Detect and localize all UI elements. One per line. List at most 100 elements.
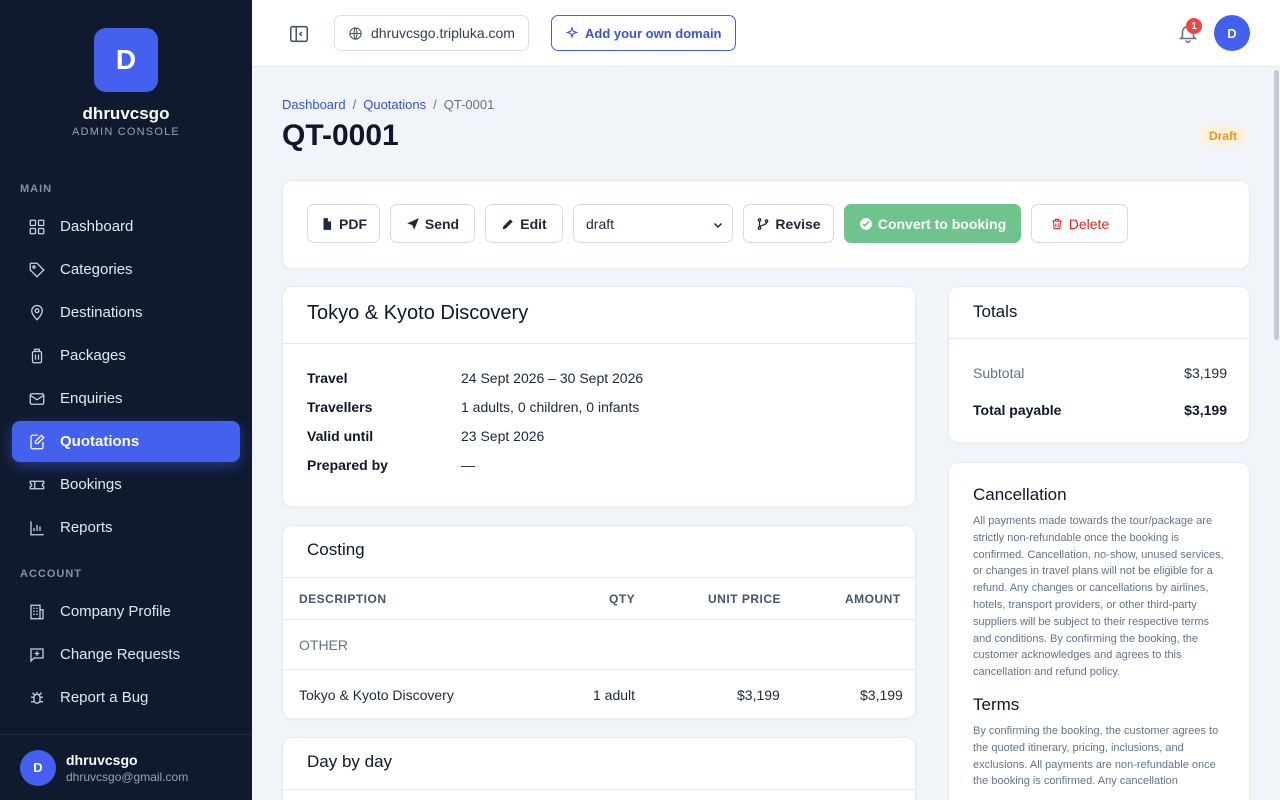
brand-logo: D (94, 28, 158, 92)
nav-section-main: MAIN (20, 183, 53, 195)
row-description: Tokyo & Kyoto Discovery (299, 687, 454, 703)
cancellation-title: Cancellation (973, 485, 1067, 504)
sidebar-item-label: Categories (60, 261, 133, 278)
sidebar-item-label: Dashboard (60, 218, 134, 235)
sidebar-item-enquiries[interactable]: Enquiries (12, 378, 240, 419)
breadcrumb-dashboard[interactable]: Dashboard (282, 97, 346, 112)
breadcrumb-current: QT-0001 (443, 97, 495, 112)
send-label: Send (424, 215, 460, 232)
sidebar-item-company-profile[interactable]: Company Profile (12, 591, 240, 632)
sidebar-item-dashboard[interactable]: Dashboard (12, 206, 240, 247)
sidebar: D dhruvcsgo ADMIN CONSOLE MAIN Dashboard… (0, 0, 252, 800)
sidebar-item-label: Company Profile (60, 603, 171, 620)
edit-button[interactable]: Edit (485, 204, 563, 243)
policy-card: Cancellation All payments made towards t… (948, 462, 1250, 800)
bar-chart-icon (30, 520, 44, 535)
user-avatar-button[interactable]: D (1214, 15, 1250, 51)
grid-icon (29, 219, 45, 234)
sidebar-item-bookings[interactable]: Bookings (12, 464, 240, 505)
actions-bar: PDF Send Edit draft Revise Convert to bo… (282, 180, 1250, 269)
table-row: Tokyo & Kyoto Discovery 1 adult $3,199 $… (283, 670, 915, 718)
sidebar-item-label: Reports (60, 519, 113, 536)
chevron-down-icon (713, 222, 723, 229)
terms-text: By confirming the booking, the customer … (973, 724, 1219, 788)
column-header-description: DESCRIPTION (299, 591, 387, 606)
sidebar-item-change-requests[interactable]: Change Requests (12, 634, 240, 675)
nav-section-account: ACCOUNT (20, 568, 82, 580)
message-plus-icon (30, 647, 44, 663)
pdf-label: PDF (339, 215, 367, 232)
sidebar-toggle-icon[interactable] (288, 23, 310, 45)
convert-to-booking-button[interactable]: Convert to booking (844, 204, 1021, 243)
globe-icon (349, 26, 362, 40)
group-label: OTHER (299, 636, 348, 653)
bug-icon (31, 691, 43, 704)
column-header-qty: QTY (609, 591, 636, 606)
revise-button[interactable]: Revise (743, 204, 834, 243)
column-header-amount: AMOUNT (845, 591, 901, 606)
trash-icon (1052, 218, 1062, 229)
costing-title: Costing (283, 526, 915, 578)
branch-icon (758, 217, 769, 230)
breadcrumb-separator: / (352, 97, 357, 112)
trip-detail-key: Valid until (307, 428, 374, 444)
sidebar-item-label: Report a Bug (60, 689, 149, 706)
trip-detail-key: Travel (307, 370, 348, 386)
send-icon (407, 217, 419, 230)
row-qty: 1 adult (593, 687, 636, 703)
subtotal-row: Subtotal $3,199 (973, 365, 1227, 381)
sidebar-item-packages[interactable]: Packages (12, 335, 240, 376)
domain-text: dhruvcsgo.tripluka.com (371, 25, 515, 41)
subtotal-value: $3,199 (1184, 365, 1227, 381)
pdf-button[interactable]: PDF (307, 204, 380, 243)
total-payable-value: $3,199 (1184, 402, 1227, 418)
brand: D dhruvcsgo ADMIN CONSOLE (0, 28, 252, 138)
trip-detail-key: Travellers (307, 399, 373, 415)
sidebar-item-label: Enquiries (60, 390, 123, 407)
sidebar-item-reports[interactable]: Reports (12, 507, 240, 548)
convert-label: Convert to booking (877, 215, 1007, 232)
delete-button[interactable]: Delete (1031, 204, 1128, 243)
subtotal-label: Subtotal (973, 365, 1025, 381)
domain-link[interactable]: dhruvcsgo.tripluka.com (334, 15, 529, 51)
total-payable-row: Total payable $3,199 (973, 402, 1227, 418)
trip-title: Tokyo & Kyoto Discovery (307, 302, 529, 324)
table-group-row: OTHER (283, 620, 915, 670)
total-payable-label: Total payable (973, 402, 1062, 418)
day-by-day-card: Day by day (282, 737, 916, 800)
notification-badge: 1 (1186, 18, 1202, 34)
day-by-day-title: Day by day (283, 738, 915, 790)
trip-detail-value: 1 adults, 0 children, 0 infants (461, 399, 640, 415)
breadcrumb-quotations[interactable]: Quotations (363, 97, 426, 112)
delete-label: Delete (1068, 215, 1110, 232)
sidebar-user[interactable]: D dhruvcsgo dhruvcsgo@gmail.com (0, 734, 252, 800)
brand-subtitle: ADMIN CONSOLE (72, 126, 180, 138)
add-domain-button[interactable]: Add your own domain (551, 15, 736, 51)
cancellation-text: All payments made towards the tour/packa… (973, 515, 1224, 679)
table-header: DESCRIPTION QTY UNIT PRICE AMOUNT (283, 578, 915, 620)
status-select[interactable]: draft (573, 204, 733, 243)
sidebar-item-report-bug[interactable]: Report a Bug (12, 677, 240, 718)
ticket-icon (29, 480, 45, 489)
sidebar-item-label: Change Requests (60, 646, 181, 663)
sidebar-item-destinations[interactable]: Destinations (12, 292, 240, 333)
sidebar-item-quotations[interactable]: Quotations (12, 421, 240, 462)
user-name: dhruvcsgo (66, 751, 138, 768)
sidebar-item-label: Bookings (60, 476, 122, 493)
revise-label: Revise (775, 215, 821, 232)
trip-detail-value: 24 Sept 2026 – 30 Sept 2026 (461, 370, 644, 386)
trip-detail-key: Prepared by (307, 457, 388, 473)
brand-name: dhruvcsgo (82, 104, 170, 123)
trip-detail-value: — (461, 457, 475, 473)
row-unit-price: $3,199 (737, 687, 780, 703)
map-pin-icon (31, 304, 43, 321)
scrollbar-thumb[interactable] (1274, 70, 1279, 340)
sidebar-item-categories[interactable]: Categories (12, 249, 240, 290)
status-select-value: draft (586, 215, 615, 232)
send-button[interactable]: Send (390, 204, 475, 243)
status-badge: Draft (1199, 126, 1248, 146)
avatar: D (20, 749, 56, 786)
edit-label: Edit (520, 215, 547, 232)
mail-icon (29, 392, 45, 405)
terms-title: Terms (973, 694, 1020, 714)
